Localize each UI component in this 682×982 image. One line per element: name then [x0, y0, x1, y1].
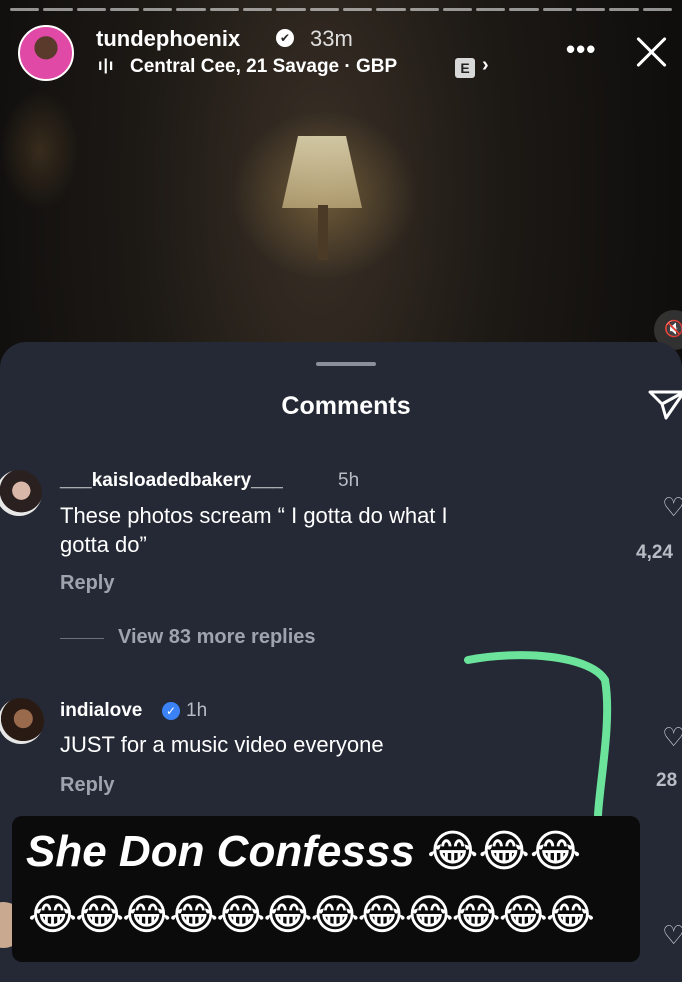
music-icon: ı|ı	[98, 57, 115, 74]
story-caption-overlay: She Don Confesss 😂😂😂 😂😂😂😂😂😂😂😂😂😂😂😂	[12, 816, 640, 962]
reply-button[interactable]: Reply	[60, 774, 114, 797]
reply-button[interactable]: Reply	[60, 572, 114, 595]
progress-segment	[642, 8, 672, 11]
progress-segment	[476, 8, 506, 11]
more-icon[interactable]: •••	[566, 34, 596, 65]
comment-username[interactable]: indialove	[60, 700, 142, 722]
story-author-avatar[interactable]	[18, 25, 74, 81]
story-music-label[interactable]: Central Cee, 21 Savage · GBP	[130, 56, 397, 78]
verified-icon: ✓	[162, 702, 180, 720]
progress-segment	[342, 8, 373, 11]
close-icon[interactable]	[632, 32, 672, 72]
send-icon[interactable]	[648, 386, 682, 422]
progress-segment	[576, 8, 606, 11]
progress-segment	[143, 8, 173, 11]
progress-segment	[43, 8, 73, 11]
divider	[60, 638, 104, 639]
comment-text: These photos scream “ I gotta do what I	[60, 503, 448, 528]
background-light	[0, 90, 80, 210]
comment-text: gotta do”	[60, 532, 147, 557]
story-progress-bar	[10, 8, 672, 11]
comment-time: 1h	[186, 700, 208, 721]
verified-icon: ✔	[276, 29, 294, 47]
progress-segment	[309, 8, 339, 11]
progress-segment	[243, 8, 273, 11]
progress-segment	[10, 8, 40, 11]
comment-username[interactable]: ___kaisloadedbakery___	[60, 470, 283, 492]
progress-segment	[609, 8, 639, 11]
caption-line: She Don Confesss 😂😂😂	[26, 827, 582, 876]
like-count: 4,24	[636, 542, 673, 563]
story-time-ago: 33m	[310, 26, 353, 51]
progress-segment	[76, 8, 106, 11]
heart-icon[interactable]: ♡	[662, 920, 682, 951]
progress-segment	[276, 8, 306, 11]
progress-segment	[109, 8, 140, 11]
progress-segment	[542, 8, 573, 11]
progress-segment	[409, 8, 439, 11]
progress-segment	[442, 8, 473, 11]
progress-segment	[176, 8, 206, 11]
comments-title: Comments	[281, 392, 411, 420]
heart-icon[interactable]: ♡	[662, 492, 682, 523]
commenter-avatar[interactable]	[0, 698, 44, 744]
progress-segment	[376, 8, 406, 11]
commenter-avatar[interactable]	[0, 470, 42, 516]
comment-text: JUST for a music video everyone	[60, 732, 384, 757]
progress-segment	[509, 8, 539, 11]
story-author-username[interactable]: tundephoenix	[96, 26, 240, 52]
progress-segment	[209, 8, 240, 11]
chevron-right-icon[interactable]: ›	[482, 54, 489, 77]
explicit-icon: E	[455, 58, 475, 78]
view-more-replies-button[interactable]: View 83 more replies	[118, 626, 316, 649]
like-count: 28	[656, 770, 678, 791]
heart-icon[interactable]: ♡	[662, 722, 682, 753]
lamp-base	[318, 205, 328, 260]
sheet-drag-handle[interactable]	[316, 362, 376, 366]
comment-time: 5h	[338, 470, 360, 491]
caption-emoji-line: 😂😂😂😂😂😂😂😂😂😂😂😂	[28, 891, 595, 938]
